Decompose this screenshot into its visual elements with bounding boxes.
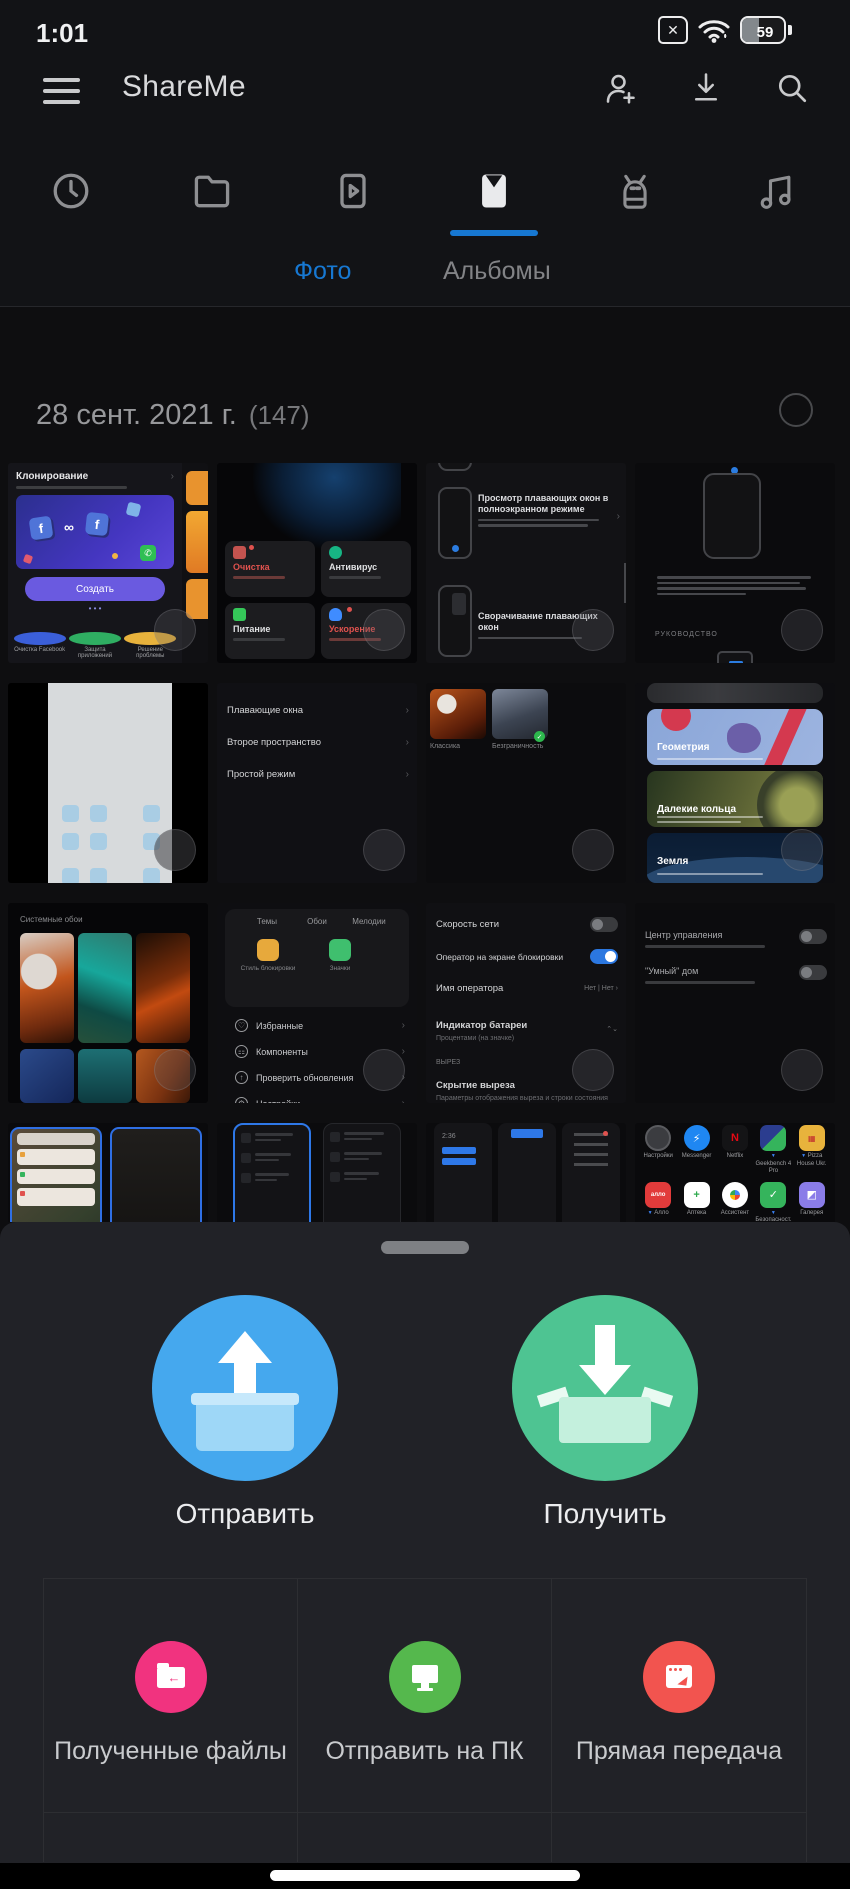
thumbnail-select-circle[interactable]	[572, 609, 614, 651]
thumbnail-select-circle[interactable]	[154, 609, 196, 651]
photo-thumbnail[interactable]: Геометрия Далекие кольца Земля	[635, 683, 835, 883]
themes-card: Темы Обои Мелодии Стиль блокировки Значк…	[225, 909, 409, 1007]
tab-history-icon[interactable]	[47, 167, 95, 215]
decorative-line	[478, 519, 616, 527]
received-files-option[interactable]: ← Полученные файлы	[44, 1579, 298, 1813]
arrow-down-icon	[595, 1325, 615, 1367]
thumbnail-select-circle[interactable]	[781, 829, 823, 871]
thumbnail-select-circle[interactable]	[572, 1049, 614, 1091]
photo-thumbnail[interactable]: ✓ Классика Безграничность	[426, 683, 626, 883]
wallpaper-thumb	[430, 689, 486, 739]
sheet-drag-handle[interactable]	[381, 1241, 469, 1254]
photo-thumbnail[interactable]: Системные обои	[8, 903, 208, 1103]
photo-thumbnail[interactable]: Настройки ⚡Messenger NNetflix ▼ Geekbenc…	[635, 1123, 835, 1222]
received-files-icon: ←	[135, 1641, 207, 1713]
empty-option-cell	[298, 1813, 552, 1862]
photo-thumbnail[interactable]: 2:36 Экран блокировки Всплывающие уведом…	[426, 1123, 626, 1222]
invite-user-button[interactable]	[602, 66, 638, 110]
photo-grid-row: Системные обои Темы Обои Мелодии Стиль б…	[0, 903, 850, 1103]
direct-transfer-icon	[643, 1641, 715, 1713]
photo-thumbnail[interactable]: РУКОВОДСТВО	[635, 463, 835, 663]
tab-images-icon[interactable]	[470, 167, 518, 215]
search-button[interactable]	[774, 66, 810, 110]
status-icons: ✕ 59	[658, 16, 792, 44]
photo-thumbnail[interactable]: MIUI Android	[217, 1123, 417, 1222]
thumbnail-select-circle[interactable]	[363, 829, 405, 871]
send-to-pc-option[interactable]: Отправить на ПК	[298, 1579, 552, 1813]
photo-thumbnail[interactable]	[8, 683, 208, 883]
tab-photo[interactable]: Фото	[294, 257, 351, 286]
battery-icon: 59	[740, 16, 792, 44]
option-label: Отправить на ПК	[325, 1737, 523, 1766]
photo-thumbnail[interactable]: G	[8, 1123, 208, 1222]
no-sim-icon: ✕	[658, 16, 688, 44]
thumbnail-select-circle[interactable]	[363, 609, 405, 651]
tab-files-icon[interactable]	[188, 167, 236, 215]
date-group-header: 28 сент. 2021 г.(147)	[0, 307, 850, 463]
decorative-glow	[253, 463, 401, 549]
thumbnail-select-circle[interactable]	[154, 1049, 196, 1091]
app-header: ShareMe	[0, 60, 850, 135]
photo-thumbnail[interactable]: Скорость сети Оператор на экране блокиро…	[426, 903, 626, 1103]
transfer-options-grid: ← Полученные файлы Отправить на ПК Пряма…	[43, 1578, 807, 1862]
shareme-app-screen: 1:01 ✕ 59 ShareMe	[0, 0, 850, 1889]
photo-thumbnail[interactable]: Клонирование› f f ∞ ✆ Создать • • • Очис…	[8, 463, 208, 663]
direct-transfer-option[interactable]: Прямая передача	[552, 1579, 806, 1813]
photo-grid-row: G MIUI Android 2:36 Эк	[0, 1123, 850, 1222]
thumbnail-select-circle[interactable]	[781, 609, 823, 651]
option-label: Полученные файлы	[54, 1737, 287, 1766]
send-to-pc-icon	[389, 1641, 461, 1713]
decorative-line	[657, 573, 819, 595]
thumbnail-select-circle[interactable]	[781, 1049, 823, 1091]
photo-albums-tabs: Фото Альбомы	[0, 245, 850, 307]
tab-videos-icon[interactable]	[329, 167, 377, 215]
send-label: Отправить	[152, 1498, 338, 1530]
create-clone-button: Создать	[25, 577, 164, 601]
send-button[interactable]	[152, 1295, 338, 1481]
photo-thumbnail[interactable]: Просмотр плавающих окон в полноэкранном …	[426, 463, 626, 663]
decorative-line	[16, 486, 127, 489]
thumbnail-select-circle[interactable]	[363, 1049, 405, 1091]
photo-grid-row: Клонирование› f f ∞ ✆ Создать • • • Очис…	[0, 463, 850, 663]
toggle-off	[799, 929, 827, 944]
page-title: ShareMe	[122, 70, 246, 104]
toggle-off	[799, 965, 827, 980]
wifi-icon	[697, 16, 731, 44]
battery-percent: 59	[742, 18, 786, 44]
tab-apps-icon[interactable]	[611, 167, 659, 215]
arrow-up-icon	[218, 1331, 272, 1363]
photo-thumbnail[interactable]: Очистка Антивирус Питание Ускорение	[217, 463, 417, 663]
receive-label: Получить	[512, 1498, 698, 1530]
toggle-on	[590, 949, 618, 964]
gesture-bar-area	[0, 1863, 850, 1889]
home-indicator[interactable]	[270, 1870, 580, 1881]
download-button[interactable]	[688, 66, 724, 110]
menu-button[interactable]	[43, 78, 80, 111]
clock-time: 1:01	[36, 18, 88, 49]
active-tab-underline	[450, 230, 538, 236]
thumbnail-select-circle[interactable]	[154, 829, 196, 871]
empty-option-cell	[552, 1813, 806, 1862]
actions-bottom-sheet: Отправить Получить ← Полученные файлы От…	[0, 1222, 850, 1889]
photo-thumbnail[interactable]: Плавающие окна› Второе пространство› Про…	[217, 683, 417, 883]
photo-grid-row: Плавающие окна› Второе пространство› Про…	[0, 683, 850, 883]
select-group-circle[interactable]	[779, 393, 813, 427]
toggle-off	[590, 917, 618, 932]
tab-albums[interactable]: Альбомы	[443, 257, 551, 286]
clone-banner: f f ∞ ✆	[16, 495, 174, 569]
receive-button[interactable]	[512, 1295, 698, 1481]
empty-option-cell	[44, 1813, 298, 1862]
status-bar: 1:01 ✕ 59	[0, 0, 850, 60]
photo-thumbnail[interactable]: Центр управления "Умный" дом	[635, 903, 835, 1103]
photo-thumbnail[interactable]: Темы Обои Мелодии Стиль блокировки Значк…	[217, 903, 417, 1103]
date-label: 28 сент. 2021 г.(147)	[36, 399, 310, 432]
tab-music-icon[interactable]	[752, 167, 800, 215]
photo-count: (147)	[249, 400, 310, 430]
option-label: Прямая передача	[576, 1737, 782, 1766]
media-type-tabs	[0, 135, 850, 245]
thumbnail-select-circle[interactable]	[572, 829, 614, 871]
